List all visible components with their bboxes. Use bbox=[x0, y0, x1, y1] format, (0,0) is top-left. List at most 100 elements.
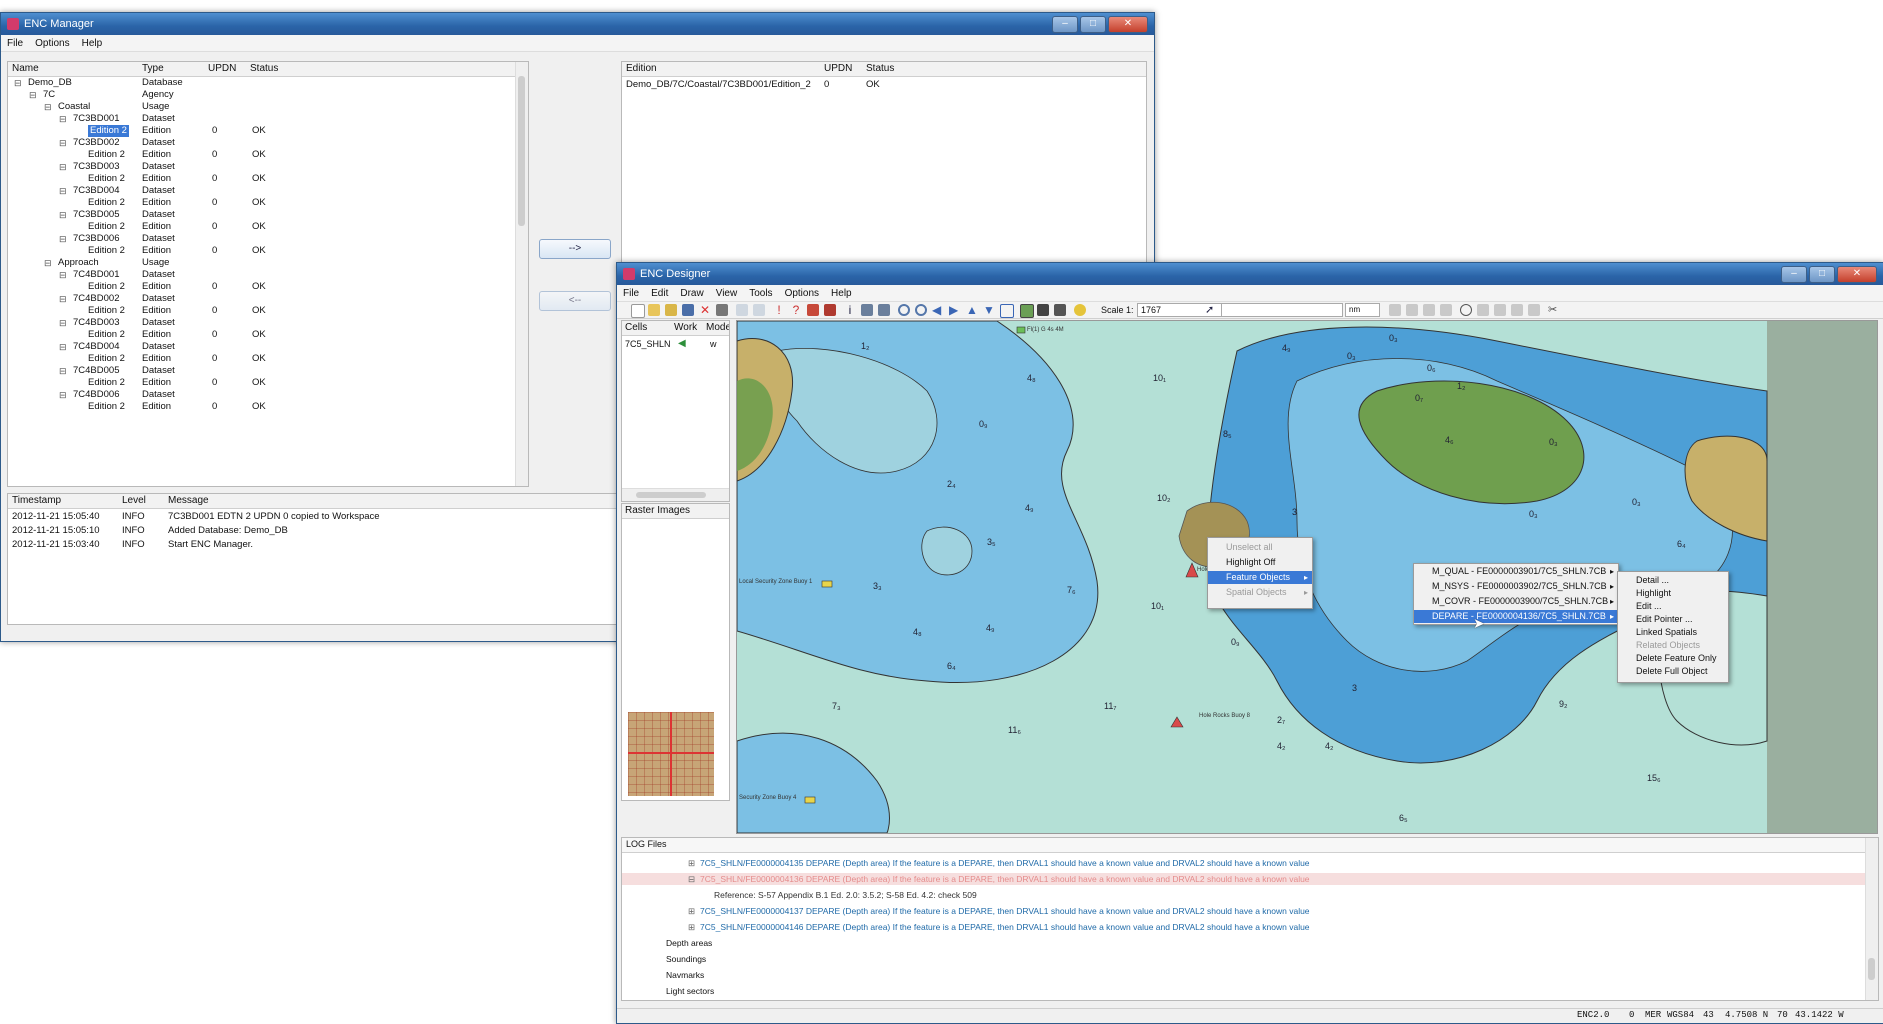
context-menu-item[interactable]: Delete Feature Only bbox=[1618, 652, 1728, 665]
draw-area-icon[interactable] bbox=[1423, 304, 1435, 316]
security-zone-buoy-4-icon[interactable] bbox=[804, 796, 816, 804]
log-expander-icon[interactable]: ⊞ bbox=[688, 857, 695, 869]
tree-expander-icon[interactable]: ⊟ bbox=[59, 269, 67, 281]
work-flag-icon[interactable]: ◀ bbox=[678, 338, 686, 350]
coordinate-input[interactable] bbox=[1221, 303, 1343, 317]
tree-row[interactable]: Edition 2 Edition 0 OK bbox=[8, 197, 516, 209]
save-icon[interactable] bbox=[682, 304, 694, 316]
tree-row[interactable]: ⊟ Approach Usage bbox=[8, 257, 516, 269]
designer-close-button[interactable]: ✕ bbox=[1837, 266, 1877, 283]
col-message[interactable]: Message bbox=[168, 495, 209, 506]
tree-row[interactable]: ⊟ 7C4BD003 Dataset bbox=[8, 317, 516, 329]
tree-row[interactable]: Edition 2 Edition 0 OK bbox=[8, 305, 516, 317]
tree-expander-icon[interactable]: ⊟ bbox=[59, 365, 67, 377]
log-scrollbar[interactable] bbox=[1865, 838, 1878, 1000]
edit-node-icon[interactable] bbox=[1440, 304, 1452, 316]
tree-row[interactable]: ⊟ 7C4BD001 Dataset bbox=[8, 269, 516, 281]
log-expander-icon[interactable]: ⊞ bbox=[688, 905, 695, 917]
tree-expander-icon[interactable]: ⊟ bbox=[59, 341, 67, 353]
log-scroll-thumb[interactable] bbox=[1868, 958, 1875, 980]
chart-map[interactable]: Fl(1) G 4s 4M Local Security Zone Buoy 1 H… bbox=[736, 320, 1878, 834]
tree-row[interactable]: ⊟ 7C3BD001 Dataset bbox=[8, 113, 516, 125]
tree-row[interactable]: ⊟ 7C3BD006 Dataset bbox=[8, 233, 516, 245]
zoom-in-icon[interactable] bbox=[898, 304, 910, 316]
menu-item[interactable]: Options bbox=[785, 288, 819, 299]
cells-hscrollbar[interactable] bbox=[622, 488, 729, 501]
measure-icon[interactable] bbox=[861, 304, 873, 316]
log-category[interactable]: Depth areas bbox=[666, 937, 1866, 949]
pan-down-icon[interactable]: ▼ bbox=[983, 304, 995, 316]
context-menu-item[interactable]: Delete Full Object bbox=[1618, 665, 1728, 678]
context-menu-item[interactable]: Highlight Off bbox=[1208, 556, 1312, 569]
workspace-row[interactable]: Demo_DB/7C/Coastal/7C3BD001/Edition_2 0 OK bbox=[622, 79, 1146, 91]
menu-item[interactable]: View bbox=[716, 288, 738, 299]
open-folder-icon[interactable] bbox=[665, 304, 677, 316]
context-menu-item[interactable]: Edit Pointer ... bbox=[1618, 613, 1728, 626]
tree-row[interactable]: Edition 2 Edition 0 OK bbox=[8, 125, 516, 137]
light-buoy-icon[interactable] bbox=[1016, 326, 1026, 334]
tree-row[interactable]: Edition 2 Edition 0 OK bbox=[8, 173, 516, 185]
open-icon[interactable] bbox=[648, 304, 660, 316]
tree-row[interactable]: ⊟ 7C4BD006 Dataset bbox=[8, 389, 516, 401]
unit-select[interactable]: nm bbox=[1345, 303, 1380, 317]
merge-icon[interactable] bbox=[1494, 304, 1506, 316]
tree-row[interactable]: ⊟ 7C Agency bbox=[8, 89, 516, 101]
pointer-info-icon[interactable]: i bbox=[844, 304, 856, 316]
tree-expander-icon[interactable]: ⊟ bbox=[59, 161, 67, 173]
tree-expander-icon[interactable]: ⊟ bbox=[44, 257, 52, 269]
col-status[interactable]: Status bbox=[250, 63, 278, 74]
cell-row[interactable]: 7C5_SHLN ◀ w bbox=[622, 338, 729, 350]
tree-row[interactable]: Edition 2 Edition 0 OK bbox=[8, 221, 516, 233]
col-cells[interactable]: Cells bbox=[625, 322, 647, 333]
log-line[interactable]: ⊞ 7C5_SHLN/FE0000004137 DEPARE (Depth are… bbox=[622, 905, 1866, 917]
redo-icon[interactable] bbox=[753, 304, 765, 316]
tree-row[interactable]: Edition 2 Edition 0 OK bbox=[8, 329, 516, 341]
bulb-icon[interactable] bbox=[1074, 304, 1086, 316]
pan-up-icon[interactable]: ▲ bbox=[966, 304, 978, 316]
tree-row[interactable]: ⊟ 7C4BD004 Dataset bbox=[8, 341, 516, 353]
join-icon[interactable] bbox=[1528, 304, 1540, 316]
snap-icon[interactable] bbox=[1511, 304, 1523, 316]
context-menu-item[interactable]: Highlight bbox=[1618, 587, 1728, 600]
log-line[interactable]: ⊞ 7C5_SHLN/FE0000004146 DEPARE (Depth are… bbox=[622, 921, 1866, 933]
zoom-extent-icon[interactable] bbox=[1000, 304, 1014, 318]
hole-rocks-buoy-icon[interactable] bbox=[1170, 716, 1184, 728]
log-line[interactable]: ⊞ 7C5_SHLN/FE0000004135 DEPARE (Depth are… bbox=[622, 857, 1866, 869]
col-level[interactable]: Level bbox=[122, 495, 146, 506]
context-menu-item[interactable]: Spatial Objects ▸ bbox=[1208, 586, 1312, 599]
ruler-icon[interactable] bbox=[878, 304, 890, 316]
tree-row[interactable]: ⊟ 7C3BD004 Dataset bbox=[8, 185, 516, 197]
menu-item[interactable]: File bbox=[7, 38, 23, 49]
tree-expander-icon[interactable]: ⊟ bbox=[14, 77, 22, 89]
scissors-icon[interactable]: ✂ bbox=[1548, 304, 1560, 316]
security-zone-buoy-1-icon[interactable] bbox=[821, 580, 833, 588]
raster-thumbnail[interactable] bbox=[628, 712, 714, 796]
minimize-button[interactable]: – bbox=[1052, 16, 1078, 33]
tree-expander-icon[interactable]: ⊟ bbox=[29, 89, 37, 101]
col-ws-status[interactable]: Status bbox=[866, 63, 894, 74]
log-line[interactable]: ⊟ 7C5_SHLN/FE0000004136 DEPARE (Depth are… bbox=[622, 873, 1866, 885]
tree-row[interactable]: Edition 2 Edition 0 OK bbox=[8, 281, 516, 293]
remove-from-workspace-button[interactable]: <-- bbox=[539, 291, 611, 311]
copy-to-workspace-button[interactable]: --> bbox=[539, 239, 611, 259]
tree-row[interactable]: Edition 2 Edition 0 OK bbox=[8, 377, 516, 389]
tree-row[interactable]: Edition 2 Edition 0 OK bbox=[8, 401, 516, 413]
tree-scrollbar[interactable] bbox=[515, 62, 528, 486]
check-icon[interactable]: ? bbox=[790, 304, 802, 316]
context-menu-item[interactable]: Feature Objects ▸ bbox=[1208, 571, 1312, 584]
tree-scroll-thumb[interactable] bbox=[518, 76, 525, 226]
tree-row[interactable]: ⊟ 7C3BD002 Dataset bbox=[8, 137, 516, 149]
split-icon[interactable] bbox=[1477, 304, 1489, 316]
report-icon[interactable] bbox=[824, 304, 836, 316]
tree-expander-icon[interactable]: ⊟ bbox=[59, 209, 67, 221]
col-updn[interactable]: UPDN bbox=[208, 63, 236, 74]
delete-icon[interactable]: ✕ bbox=[699, 304, 711, 316]
context-menu-item[interactable]: M_NSYS - FE0000003902/7C5_SHLN.7CB ▸ bbox=[1414, 580, 1618, 593]
context-menu-item[interactable]: Edit ... bbox=[1618, 600, 1728, 613]
context-menu-item[interactable]: Detail ... bbox=[1618, 574, 1728, 587]
pan-left-icon[interactable]: ◀ bbox=[932, 304, 944, 316]
context-menu-item[interactable]: DEPARE - FE0000004136/7C5_SHLN.7CB ▸ bbox=[1414, 610, 1618, 623]
tree-row[interactable]: ⊟ Demo_DB Database bbox=[8, 77, 516, 89]
log-line[interactable]: Reference: S-57 Appendix B.1 Ed. 2.0: 3.… bbox=[622, 889, 1866, 901]
tree-row[interactable]: ⊟ 7C3BD003 Dataset bbox=[8, 161, 516, 173]
